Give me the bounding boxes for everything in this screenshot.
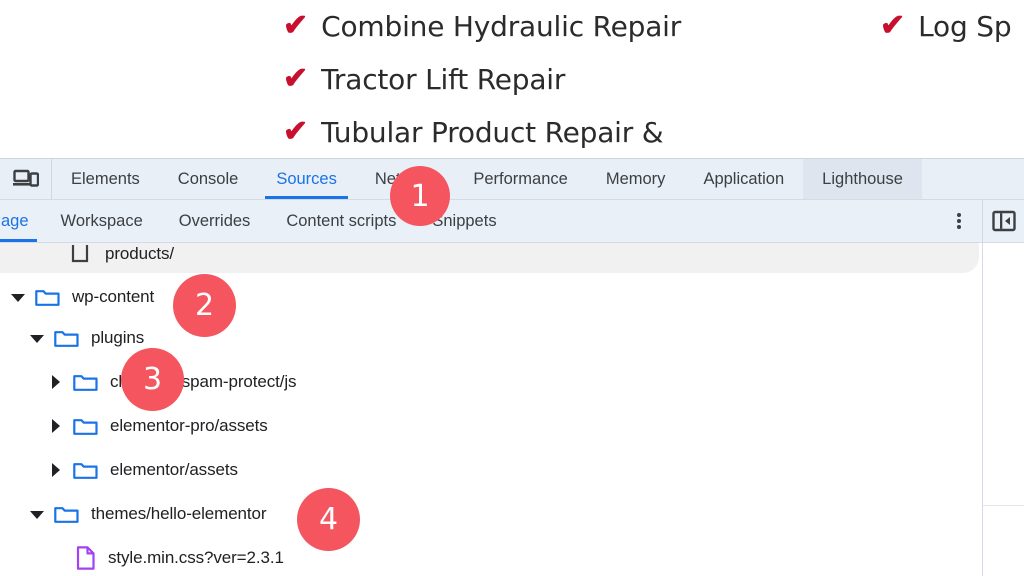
tab-elements[interactable]: Elements <box>52 159 159 199</box>
step-marker-number: 3 <box>142 362 163 397</box>
panel-toggle-icon[interactable] <box>982 200 1024 242</box>
tree-row-label: elementor-pro/assets <box>110 416 268 435</box>
css-file-glyph <box>76 546 95 570</box>
tree-row-label: elementor/assets <box>110 460 238 479</box>
subtab-label: Workspace <box>60 211 143 230</box>
chevron-down-icon[interactable] <box>29 506 45 522</box>
list-item: ✔ Log Sp <box>880 6 1024 59</box>
folder-glyph <box>73 419 98 435</box>
folder-icon <box>54 504 79 524</box>
folder-icon <box>73 372 98 392</box>
tab-console[interactable]: Console <box>159 159 258 199</box>
kebab-dot <box>957 213 961 217</box>
feature-list-left: ✔ Combine Hydraulic Repair ✔ Tractor Lif… <box>283 6 883 158</box>
devtools-panel-tabbar: Elements Console Sources Network Perform… <box>0 159 1024 200</box>
tab-label: Memory <box>605 169 666 188</box>
subtab-workspace[interactable]: Workspace <box>43 200 161 242</box>
tree-row[interactable]: plugins <box>0 319 144 357</box>
device-toolbar-icon[interactable] <box>0 159 52 199</box>
sources-subtabbar: Page Workspace Overrides Content scripts… <box>0 200 1024 243</box>
kebab-dot <box>957 219 961 223</box>
frame-icon <box>71 244 93 264</box>
check-icon: ✔ <box>283 9 309 42</box>
tree-row[interactable]: themes/hello-elementor <box>0 495 267 533</box>
tab-label: Lighthouse <box>822 169 903 188</box>
tree-row[interactable]: style.min.css?ver=2.3.1 <box>0 539 284 576</box>
list-item: ✔ Tractor Lift Repair <box>283 59 883 112</box>
tab-label: Application <box>703 169 785 188</box>
step-marker-1: 1 <box>390 166 450 226</box>
step-marker-4: 4 <box>297 488 360 551</box>
tab-label: Sources <box>276 169 337 188</box>
feature-list-right: ✔ Log Sp <box>880 6 1024 59</box>
folder-glyph <box>73 463 98 479</box>
css-file-icon <box>76 546 96 570</box>
feature-label: Tractor Lift Repair <box>321 63 566 96</box>
feature-label: Log Sp <box>918 10 1012 43</box>
feature-label: Combine Hydraulic Repair <box>321 10 682 43</box>
tree-row-label: products/ <box>105 244 175 263</box>
list-item: ✔ Combine Hydraulic Repair <box>283 6 883 59</box>
web-page-content: ✔ Combine Hydraulic Repair ✔ Tractor Lif… <box>0 0 1024 158</box>
tree-row[interactable]: elementor-pro/assets <box>0 407 268 445</box>
chevron-right-icon[interactable] <box>48 418 64 434</box>
folder-glyph <box>73 375 98 391</box>
check-icon: ✔ <box>283 115 309 148</box>
check-icon: ✔ <box>283 62 309 95</box>
folder-glyph <box>35 290 60 306</box>
panel-toggle-glyph <box>991 210 1016 232</box>
frame-glyph <box>71 245 89 263</box>
folder-icon <box>54 328 79 348</box>
subtab-label: Content scripts <box>286 211 397 230</box>
chevron-down-icon[interactable] <box>29 330 45 346</box>
tab-sources[interactable]: Sources <box>257 159 356 199</box>
chevron-down-icon[interactable] <box>10 289 26 305</box>
chevron-right-icon[interactable] <box>48 374 64 390</box>
folder-glyph <box>54 507 79 523</box>
tree-row-label: themes/hello-elementor <box>91 504 267 523</box>
tree-row-label: wp-content <box>72 287 155 306</box>
tree-row-label: style.min.css?ver=2.3.1 <box>108 548 284 567</box>
feature-label: Tubular Product Repair & <box>321 116 664 149</box>
folder-icon <box>35 287 60 307</box>
step-marker-number: 4 <box>318 502 339 537</box>
subtab-page[interactable]: Page <box>0 200 43 242</box>
sources-editor-pane[interactable] <box>983 243 1024 576</box>
chevron-right-icon[interactable] <box>48 462 64 478</box>
tab-label: Console <box>177 169 239 188</box>
subtab-label: Overrides <box>178 211 251 230</box>
tab-lighthouse[interactable]: Lighthouse <box>803 159 922 199</box>
list-item: ✔ Tubular Product Repair & <box>283 112 883 158</box>
tab-application[interactable]: Application <box>684 159 803 199</box>
tab-label: Elements <box>71 169 140 188</box>
kebab-menu-icon[interactable] <box>936 200 982 242</box>
tab-memory[interactable]: Memory <box>587 159 685 199</box>
tab-label: Performance <box>473 169 568 188</box>
subtab-overrides[interactable]: Overrides <box>161 200 269 242</box>
folder-glyph <box>54 331 79 347</box>
step-marker-number: 2 <box>194 288 215 323</box>
tree-row[interactable]: wp-content <box>0 278 154 316</box>
device-toolbar-glyph <box>12 169 39 187</box>
check-icon: ✔ <box>880 9 906 42</box>
tree-row[interactable]: elementor/assets <box>0 451 238 489</box>
subtab-label: Page <box>0 211 29 230</box>
tab-performance[interactable]: Performance <box>454 159 586 199</box>
step-marker-3: 3 <box>121 348 184 411</box>
subbar-spacer <box>515 200 936 242</box>
tree-row-label: plugins <box>91 328 145 347</box>
step-marker-2: 2 <box>173 274 236 337</box>
folder-icon <box>73 416 98 436</box>
folder-icon <box>73 460 98 480</box>
tree-row[interactable]: products/ <box>0 243 979 273</box>
kebab-dot <box>957 225 961 229</box>
step-marker-number: 1 <box>410 178 430 214</box>
